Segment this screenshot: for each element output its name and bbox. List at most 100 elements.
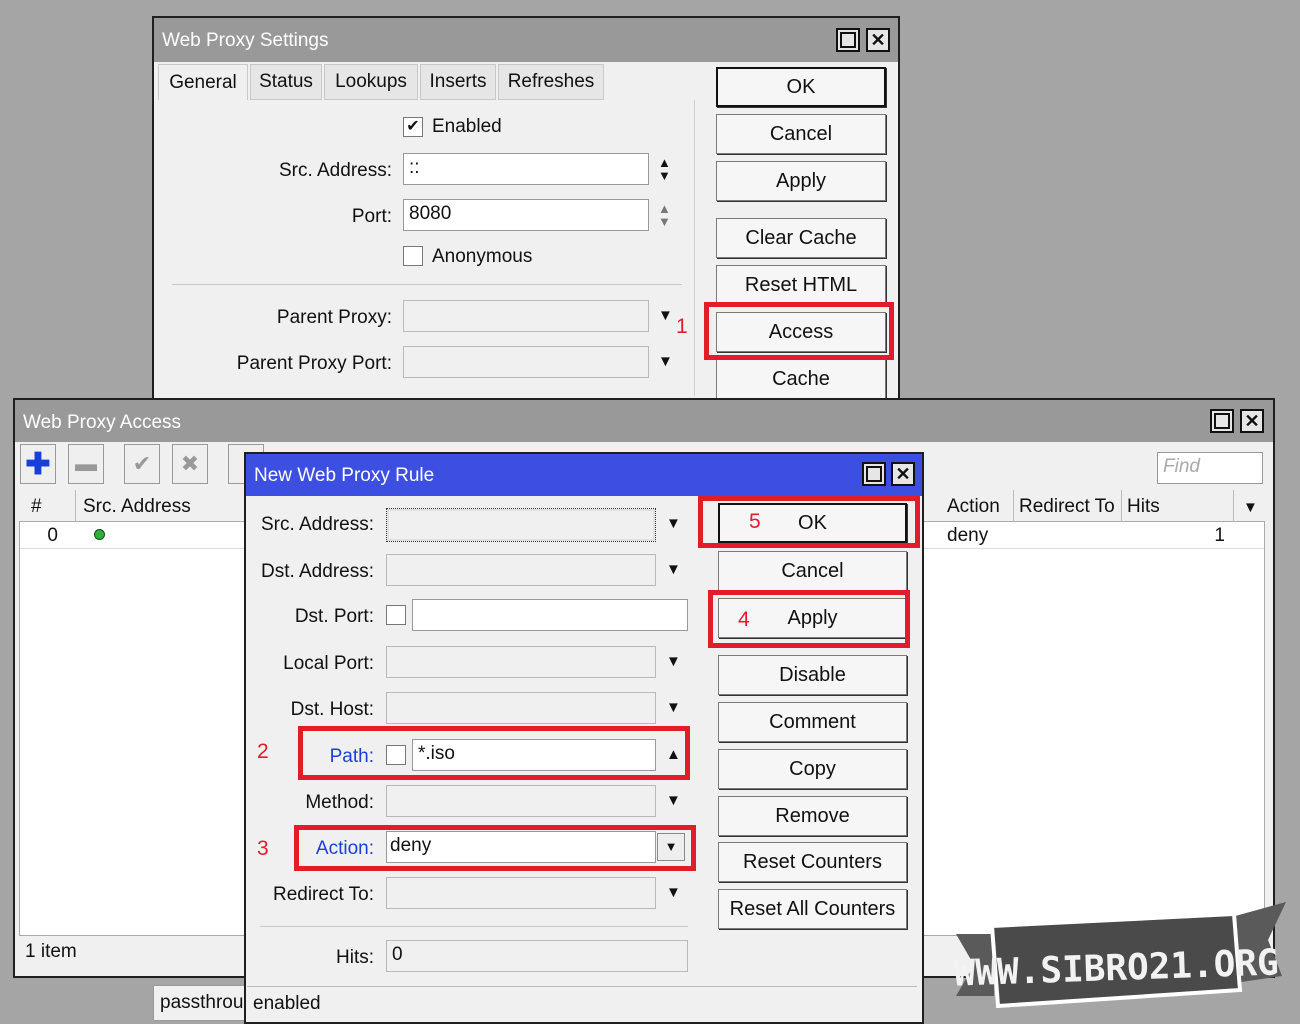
rule-status-bar bbox=[247, 986, 917, 987]
clear-cache-button[interactable]: Clear Cache bbox=[716, 218, 886, 258]
rule-remove-button[interactable]: Remove bbox=[718, 796, 907, 836]
clear-cache-label: Clear Cache bbox=[745, 226, 857, 249]
reset-html-label: Reset HTML bbox=[744, 273, 858, 296]
row-hits: 1 bbox=[1214, 525, 1225, 546]
enable-icon[interactable]: ✔ bbox=[124, 444, 160, 484]
settings-apply-button[interactable]: Apply bbox=[716, 161, 886, 201]
annotation-number-2: 2 bbox=[257, 740, 269, 763]
add-icon[interactable]: ✚ bbox=[20, 444, 56, 484]
src-address-spin-icon[interactable]: ▲ ▼ bbox=[658, 156, 671, 182]
parent-proxy-dropdown-icon[interactable]: ▼ bbox=[658, 308, 673, 323]
rule-dst-host-field[interactable] bbox=[386, 692, 656, 724]
col-redirect-header[interactable]: Redirect To bbox=[1014, 490, 1122, 522]
annotation-box-5 bbox=[698, 496, 920, 548]
rule-reset-all-counters-label: Reset All Counters bbox=[729, 897, 896, 920]
rule-src-address-dropdown-icon[interactable]: ▼ bbox=[666, 516, 681, 531]
enabled-label: Enabled bbox=[432, 116, 502, 137]
maximize-icon[interactable] bbox=[836, 28, 860, 52]
port-label: Port: bbox=[351, 206, 392, 227]
tab-refreshes-label: Refreshes bbox=[507, 71, 595, 92]
rule-status-text: enabled bbox=[253, 993, 321, 1014]
rule-disable-label: Disable bbox=[779, 663, 846, 686]
find-input[interactable]: Find bbox=[1157, 452, 1263, 484]
anonymous-label: Anonymous bbox=[432, 246, 533, 267]
col-num-header[interactable]: # bbox=[26, 490, 76, 522]
rule-src-address-field[interactable] bbox=[386, 508, 656, 542]
access-titlebar: Web Proxy Access bbox=[15, 400, 1273, 442]
rule-local-port-label: Local Port: bbox=[283, 653, 374, 674]
col-action-header[interactable]: Action bbox=[942, 490, 1014, 522]
annotation-box-1 bbox=[704, 302, 894, 360]
rule-method-field[interactable] bbox=[386, 785, 656, 817]
settings-titlebar: Web Proxy Settings bbox=[154, 18, 898, 62]
rule-dst-port-label: Dst. Port: bbox=[294, 606, 374, 627]
rule-copy-button[interactable]: Copy bbox=[718, 749, 907, 789]
tab-inserts[interactable]: Inserts bbox=[420, 64, 496, 100]
rule-redirect-label: Redirect To: bbox=[272, 884, 374, 905]
rule-remove-label: Remove bbox=[775, 804, 850, 827]
rule-disable-button[interactable]: Disable bbox=[718, 655, 907, 695]
rule-dst-host-dropdown-icon[interactable]: ▼ bbox=[666, 700, 681, 715]
rule-dst-host-label: Dst. Host: bbox=[290, 699, 374, 720]
parent-proxy-port-field[interactable] bbox=[403, 346, 649, 378]
reset-html-button[interactable]: Reset HTML bbox=[716, 265, 886, 305]
rule-dst-address-dropdown-icon[interactable]: ▼ bbox=[666, 562, 681, 577]
parent-proxy-label: Parent Proxy: bbox=[276, 307, 392, 328]
tab-lookups-label: Lookups bbox=[335, 71, 407, 92]
port-spin-icon[interactable]: ▲ ▼ bbox=[658, 202, 671, 228]
access-maximize-icon[interactable] bbox=[1210, 409, 1234, 433]
cache-button[interactable]: Cache bbox=[716, 359, 886, 399]
disable-icon[interactable]: ✖ bbox=[172, 444, 208, 484]
rule-cancel-button[interactable]: Cancel bbox=[718, 551, 907, 591]
rule-maximize-icon[interactable] bbox=[862, 462, 886, 486]
enabled-checkbox[interactable]: ✔ bbox=[403, 117, 423, 137]
rule-reset-counters-label: Reset Counters bbox=[743, 850, 882, 873]
settings-cancel-button[interactable]: Cancel bbox=[716, 114, 886, 154]
tab-inserts-label: Inserts bbox=[429, 71, 487, 92]
access-close-icon[interactable]: ✕ bbox=[1240, 409, 1264, 433]
parent-proxy-port-dropdown-icon[interactable]: ▼ bbox=[658, 354, 673, 369]
rule-dst-port-field[interactable] bbox=[412, 599, 688, 631]
rule-method-dropdown-icon[interactable]: ▼ bbox=[666, 793, 681, 808]
parent-proxy-field[interactable] bbox=[403, 300, 649, 332]
rule-method-label: Method: bbox=[305, 792, 374, 813]
anonymous-checkbox[interactable] bbox=[403, 246, 423, 266]
tab-lookups[interactable]: Lookups bbox=[324, 64, 418, 100]
settings-divider bbox=[172, 284, 682, 285]
annotation-number-5: 5 bbox=[749, 510, 761, 533]
col-src-header[interactable]: Src. Address bbox=[78, 490, 248, 522]
src-address-label: Src. Address: bbox=[279, 160, 392, 181]
tab-status[interactable]: Status bbox=[250, 64, 322, 100]
col-hits-header[interactable]: Hits bbox=[1122, 490, 1234, 522]
rule-local-port-dropdown-icon[interactable]: ▼ bbox=[666, 654, 681, 669]
rule-redirect-dropdown-icon[interactable]: ▼ bbox=[666, 885, 681, 900]
annotation-number-3: 3 bbox=[257, 837, 269, 860]
rule-dst-address-field[interactable] bbox=[386, 554, 656, 586]
rule-titlebar: New Web Proxy Rule bbox=[246, 454, 922, 496]
rule-close-icon[interactable]: ✕ bbox=[891, 462, 915, 486]
parent-proxy-port-label: Parent Proxy Port: bbox=[236, 353, 392, 374]
tab-general[interactable]: General bbox=[158, 64, 248, 100]
port-field[interactable]: 8080 bbox=[403, 199, 649, 231]
annotation-box-3 bbox=[294, 825, 696, 871]
passthrough-text: passthrou bbox=[160, 992, 244, 1013]
rule-reset-all-counters-button[interactable]: Reset All Counters bbox=[718, 889, 907, 929]
annotation-number-4: 4 bbox=[738, 608, 750, 631]
src-address-field[interactable]: :: bbox=[403, 153, 649, 185]
remove-icon[interactable]: ▬ bbox=[68, 444, 104, 484]
annotation-box-2 bbox=[298, 726, 690, 780]
watermark-logo: WWW.SIBRO21.ORG bbox=[953, 902, 1286, 1009]
settings-ok-button[interactable]: OK bbox=[716, 67, 886, 107]
rule-comment-button[interactable]: Comment bbox=[718, 702, 907, 742]
find-placeholder: Find bbox=[1163, 456, 1200, 477]
columns-dropdown-icon[interactable]: ▼ bbox=[1243, 500, 1258, 515]
tab-refreshes[interactable]: Refreshes bbox=[498, 64, 604, 100]
rule-dst-port-not-checkbox[interactable] bbox=[386, 605, 406, 625]
rule-hits-label: Hits: bbox=[336, 947, 374, 968]
rule-reset-counters-button[interactable]: Reset Counters bbox=[718, 842, 907, 882]
rule-local-port-field[interactable] bbox=[386, 646, 656, 678]
rule-redirect-field[interactable] bbox=[386, 877, 656, 909]
close-icon[interactable]: ✕ bbox=[866, 28, 890, 52]
access-title: Web Proxy Access bbox=[23, 412, 182, 433]
enabled-dot-icon bbox=[94, 529, 105, 540]
